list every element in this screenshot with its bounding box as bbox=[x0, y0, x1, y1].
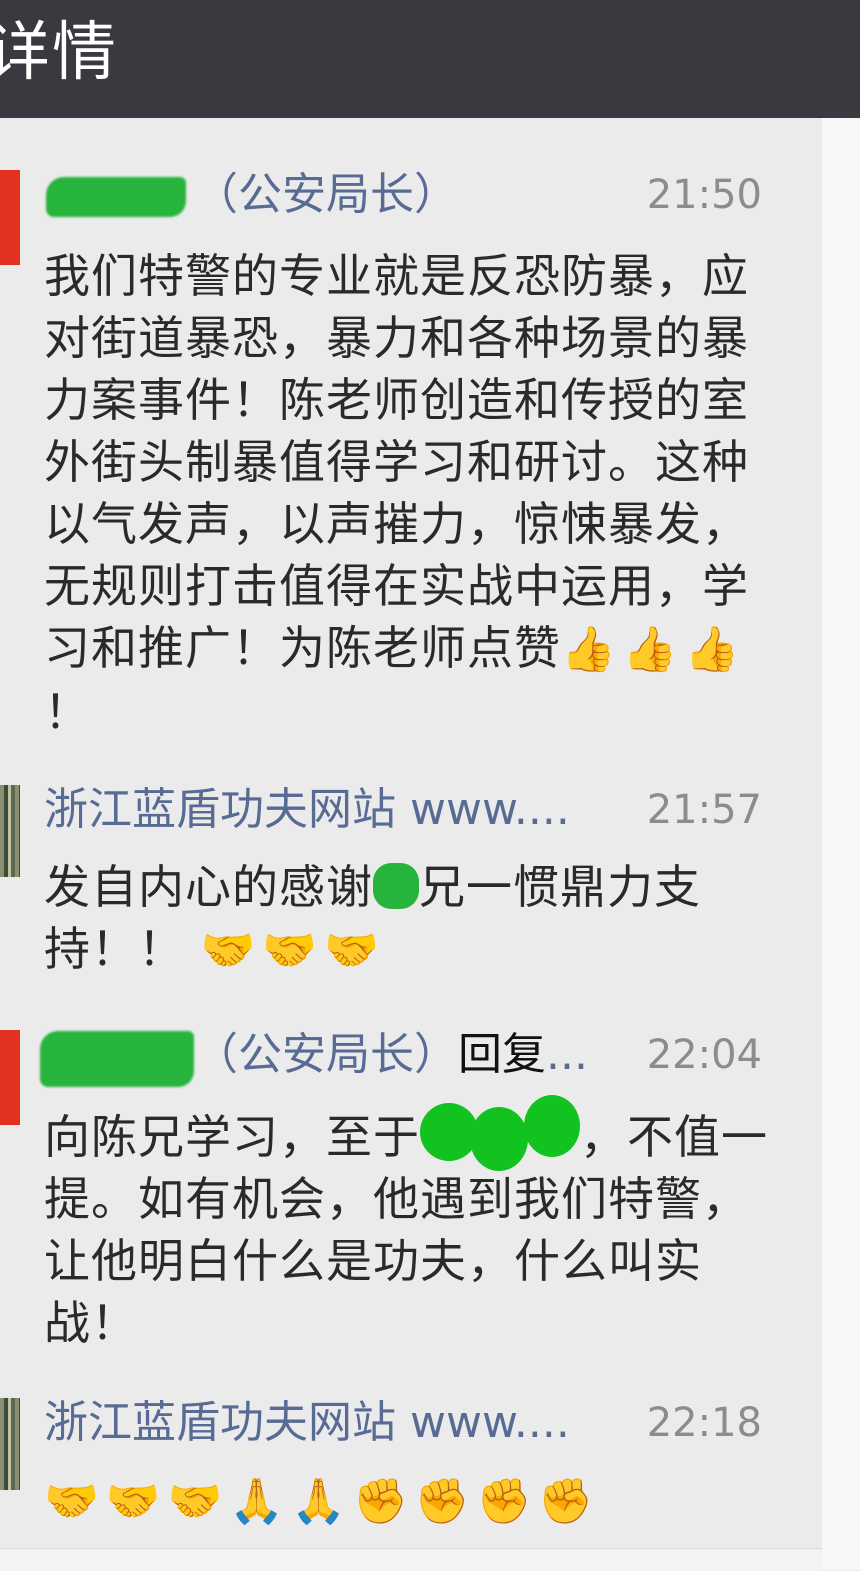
redacted-name-mark bbox=[420, 1095, 580, 1171]
comment-text-part: 发自内心的感谢 bbox=[44, 860, 373, 914]
comment-text-content: 我们特警的专业就是反恐防暴，应对街道暴恐，暴力和各种场景的暴力案事件！陈老师创造… bbox=[44, 249, 749, 675]
thumbs-up-icon: 👍 bbox=[684, 624, 741, 675]
avatar[interactable] bbox=[0, 170, 20, 265]
handshake-icon: 🤝 bbox=[200, 925, 257, 976]
comment-item[interactable]: 浙江蓝盾功夫网站 www.... 22:18 🤝 🤝 🤝 🙏 🙏 ✊ ✊ ✊ ✊ bbox=[0, 1393, 822, 1543]
fist-icon: ✊ bbox=[414, 1476, 471, 1527]
comment-text-part: 向陈兄学习，至于 bbox=[44, 1110, 420, 1164]
redacted-username bbox=[40, 1031, 194, 1087]
comment-text: 🤝 🤝 🤝 🙏 🙏 ✊ ✊ ✊ ✊ bbox=[44, 1469, 774, 1533]
reply-ellipsis: ... bbox=[546, 1029, 588, 1080]
commenter-title-text: （公安局长） bbox=[194, 1029, 458, 1080]
handshake-icon: 🤝 bbox=[324, 925, 381, 976]
thumbs-up-icon: 👍 bbox=[561, 624, 617, 675]
fist-icon: ✊ bbox=[476, 1476, 533, 1527]
comment-item[interactable]: （公安局长） 21:50 我们特警的专业就是反恐防暴，应对街道暴恐，暴力和各种场… bbox=[0, 165, 822, 755]
comment-time: 21:57 bbox=[646, 787, 762, 833]
fist-icon: ✊ bbox=[352, 1476, 409, 1527]
scroll-gutter bbox=[822, 118, 860, 1570]
comment-text: 我们特警的专业就是反恐防暴，应对街道暴恐，暴力和各种场景的暴力案事件！陈老师创造… bbox=[44, 245, 774, 743]
handshake-icon: 🤝 bbox=[262, 925, 319, 976]
comment-item[interactable]: 浙江蓝盾功夫网站 www.... 21:57 发自内心的感谢 兄一惯鼎力支持！！ … bbox=[0, 780, 822, 980]
avatar[interactable] bbox=[0, 1030, 20, 1125]
comment-time: 22:04 bbox=[646, 1032, 762, 1078]
comment-time: 22:18 bbox=[646, 1400, 762, 1446]
avatar[interactable] bbox=[0, 785, 20, 877]
commenter-title[interactable]: （公安局长）回复... bbox=[194, 1025, 588, 1085]
comment-item[interactable]: （公安局长）回复... 22:04 向陈兄学习，至于 ，不值一提。如有机会，他遇… bbox=[0, 1025, 822, 1355]
redacted-username bbox=[46, 177, 186, 217]
avatar[interactable] bbox=[0, 1398, 20, 1490]
comment-time: 21:50 bbox=[646, 172, 762, 218]
redacted-name-mark bbox=[373, 863, 419, 909]
commenter-title[interactable]: （公安局长） bbox=[194, 165, 458, 225]
handshake-icon: 🤝 bbox=[167, 1476, 224, 1527]
page-title: 详情 bbox=[0, 16, 118, 90]
bottom-edge bbox=[0, 1548, 822, 1571]
folded-hands-icon: 🙏 bbox=[229, 1476, 286, 1527]
commenter-name[interactable]: 浙江蓝盾功夫网站 www.... bbox=[44, 780, 570, 840]
thumbs-up-icon: 👍 bbox=[622, 624, 679, 675]
fist-icon: ✊ bbox=[538, 1476, 595, 1527]
comment-text-tail: ！ bbox=[44, 685, 91, 739]
folded-hands-icon: 🙏 bbox=[291, 1476, 347, 1527]
comment-text: 向陈兄学习，至于 ，不值一提。如有机会，他遇到我们特警，让他明白什么是功夫，什么… bbox=[44, 1095, 774, 1354]
comment-text: 发自内心的感谢 兄一惯鼎力支持！！ 🤝 🤝 🤝 bbox=[44, 856, 774, 982]
commenter-name[interactable]: 浙江蓝盾功夫网站 www.... bbox=[44, 1393, 570, 1453]
handshake-icon: 🤝 bbox=[105, 1476, 162, 1527]
reply-label: 回复 bbox=[458, 1029, 546, 1080]
top-bar: 详情 bbox=[0, 0, 860, 118]
handshake-icon: 🤝 bbox=[44, 1476, 100, 1527]
